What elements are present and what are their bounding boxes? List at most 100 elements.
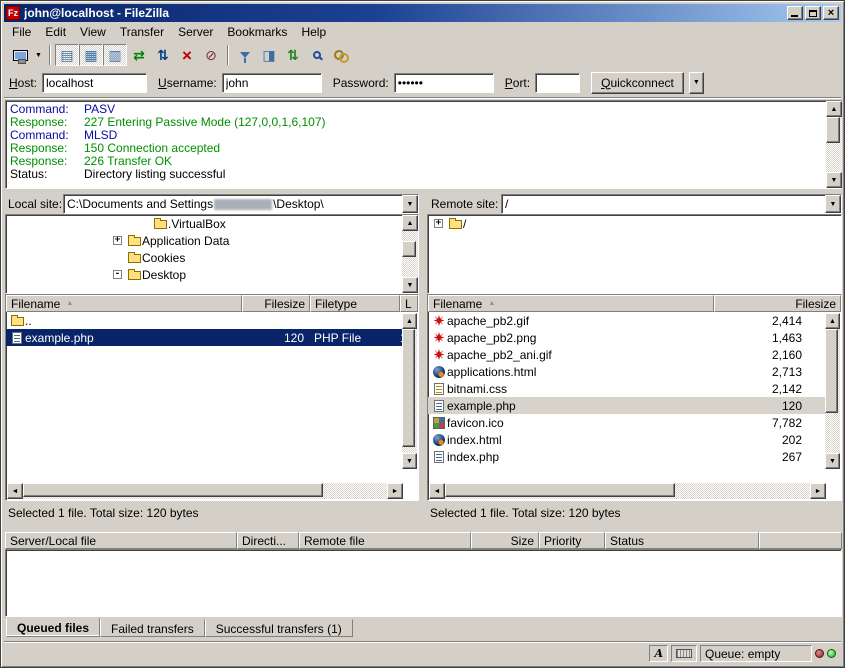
minimize-button[interactable] [787,6,803,20]
quickconnect-button[interactable]: Quickconnect [591,72,684,94]
column-header-filename[interactable]: Filename▲ [6,295,242,312]
menu-file[interactable]: File [5,23,38,41]
scroll-down-icon[interactable]: ▼ [402,453,417,469]
file-row[interactable]: apache_pb2.png1,463 [428,329,841,346]
keys-button[interactable] [329,44,353,66]
column-header-filesize[interactable]: Filesize [242,295,310,312]
toggle-queue-button[interactable] [103,44,127,66]
menu-help[interactable]: Help [294,23,333,41]
local-site-combo[interactable]: C:\Documents and Settings\Desktop\ [63,194,419,214]
column-header-server-local-file[interactable]: Server/Local file [5,532,237,549]
tree-item[interactable]: - Desktop [6,266,402,283]
scroll-up-icon[interactable]: ▲ [402,313,417,329]
scroll-up-icon[interactable]: ▲ [826,101,842,117]
scrollbar-track[interactable] [825,329,840,453]
remote-list-vertical-scrollbar[interactable]: ▲ ▼ [825,313,840,469]
menu-view[interactable]: View [73,23,113,41]
scrollbar-thumb[interactable] [402,241,416,257]
column-header-status[interactable]: Status [605,532,759,549]
scroll-down-icon[interactable]: ▼ [826,172,842,188]
expand-icon[interactable]: + [434,219,443,228]
log-vertical-scrollbar[interactable]: ▲ ▼ [826,101,842,188]
column-header-priority[interactable]: Priority [539,532,605,549]
local-list-horizontal-scrollbar[interactable]: ◄ ► [7,483,403,499]
remote-site-combo[interactable]: / [501,194,842,214]
scrollbar-thumb[interactable] [23,483,323,497]
file-row[interactable]: .. [6,312,418,329]
quickconnect-dropdown-icon[interactable] [689,72,704,94]
tab-queued-files[interactable]: Queued files [6,618,100,637]
scroll-left-icon[interactable]: ◄ [7,483,23,499]
expand-icon[interactable]: + [113,236,122,245]
tree-item[interactable]: .VirtualBox [6,215,402,232]
local-tree-vertical-scrollbar[interactable]: ▲ ▼ [402,215,418,293]
title-bar[interactable]: Fz john@localhost - FileZilla × [4,4,841,22]
scroll-right-icon[interactable]: ► [387,483,403,499]
tree-item[interactable]: + Application Data [6,232,402,249]
password-input[interactable] [394,73,494,93]
column-header-filetype[interactable]: Filetype [310,295,400,312]
scroll-left-icon[interactable]: ◄ [429,483,445,499]
compare-button[interactable] [257,44,281,66]
process-queue-button[interactable] [151,44,175,66]
scroll-up-icon[interactable]: ▲ [402,215,418,231]
menu-bookmarks[interactable]: Bookmarks [220,23,294,41]
scrollbar-track[interactable] [23,483,387,499]
maximize-button[interactable] [805,6,821,20]
port-input[interactable] [535,73,580,93]
column-header-size[interactable]: Size [471,532,539,549]
local-combo-dropdown-icon[interactable] [402,195,418,213]
file-row[interactable]: index.html202 [428,431,841,448]
menu-server[interactable]: Server [171,23,220,41]
cancel-button[interactable] [175,44,199,66]
find-files-button[interactable] [305,44,329,66]
close-button[interactable]: × [823,6,839,20]
column-header-direction[interactable]: Directi... [237,532,299,549]
scroll-down-icon[interactable]: ▼ [402,277,418,293]
file-row-selected[interactable]: example.php 120 PHP File 1 [6,329,403,346]
file-row[interactable]: apache_pb2_ani.gif2,160 [428,346,841,363]
filter-button[interactable] [233,44,257,66]
file-row[interactable]: apache_pb2.gif2,414 [428,312,841,329]
scroll-right-icon[interactable]: ► [810,483,826,499]
toggle-local-tree-button[interactable] [79,44,103,66]
tree-item[interactable]: + / [428,215,841,232]
toggle-message-log-button[interactable] [55,44,79,66]
scrollbar-thumb[interactable] [825,329,838,413]
scroll-up-icon[interactable]: ▲ [825,313,840,329]
scrollbar-track[interactable] [402,329,417,453]
message-log-icon [60,48,73,62]
scrollbar-track[interactable] [826,117,842,172]
file-row[interactable]: applications.html2,713 [428,363,841,380]
remote-list-horizontal-scrollbar[interactable]: ◄ ► [429,483,826,499]
file-row[interactable]: index.php267 [428,448,841,465]
refresh-button[interactable] [127,44,151,66]
scrollbar-thumb[interactable] [826,117,840,143]
scrollbar-thumb[interactable] [402,329,415,447]
site-manager-button[interactable] [8,44,32,66]
menu-transfer[interactable]: Transfer [113,23,171,41]
file-row[interactable]: favicon.ico7,782 [428,414,841,431]
site-manager-dropdown-icon[interactable] [32,44,45,66]
scrollbar-thumb[interactable] [445,483,675,497]
menu-edit[interactable]: Edit [38,23,73,41]
tree-item[interactable]: Cookies [6,249,402,266]
column-header-modified[interactable]: L [400,295,418,312]
host-input[interactable] [42,73,147,93]
file-row[interactable]: bitnami.css2,142 [428,380,841,397]
column-header-filesize[interactable]: Filesize [714,295,841,312]
local-list-vertical-scrollbar[interactable]: ▲ ▼ [402,313,417,469]
file-row-selected[interactable]: example.php120 [428,397,826,414]
collapse-icon[interactable]: - [113,270,122,279]
column-header-filename[interactable]: Filename▲ [428,295,714,312]
sync-browsing-button[interactable] [281,44,305,66]
remote-combo-dropdown-icon[interactable] [825,195,841,213]
username-input[interactable] [222,73,322,93]
column-header-remote-file[interactable]: Remote file [299,532,471,549]
tab-failed-transfers[interactable]: Failed transfers [100,619,205,637]
scrollbar-track[interactable] [402,231,418,277]
disconnect-button[interactable] [199,44,223,66]
scrollbar-track[interactable] [445,483,810,499]
scroll-down-icon[interactable]: ▼ [825,453,840,469]
tab-successful-transfers[interactable]: Successful transfers (1) [205,619,353,637]
